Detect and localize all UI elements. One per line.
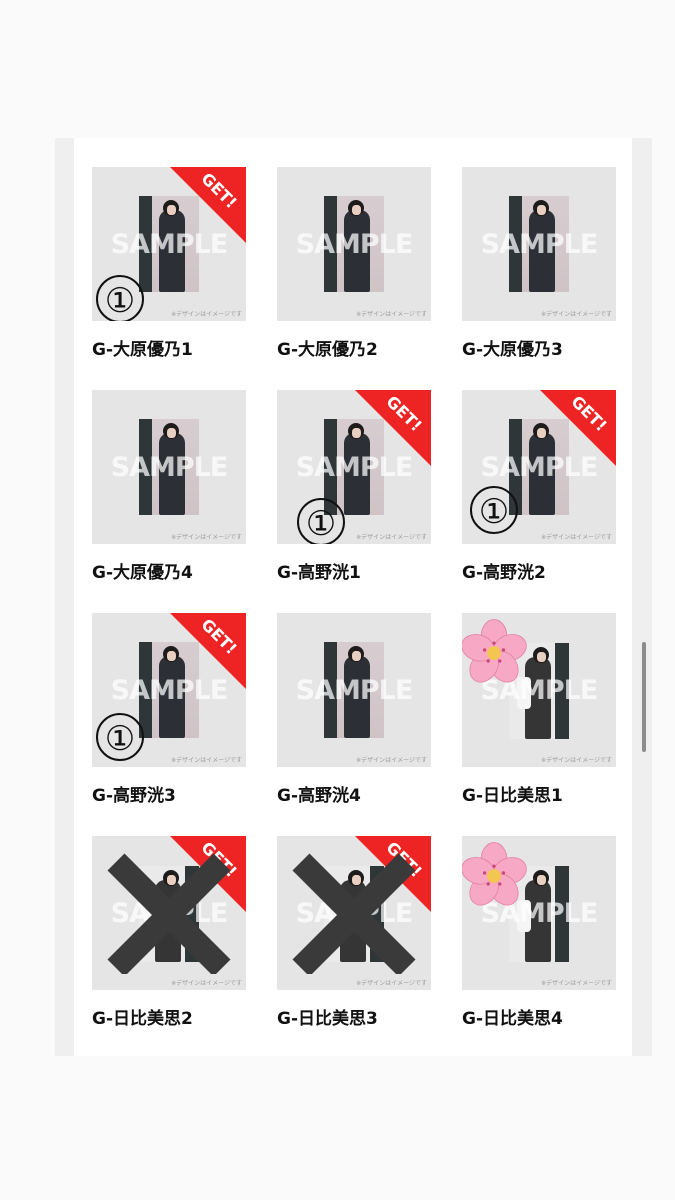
sample-watermark: SAMPLE bbox=[480, 229, 599, 260]
grid-item[interactable]: SAMPLE ※デザインはイメージです G-大原優乃3 bbox=[462, 167, 616, 390]
image-note: ※デザインはイメージです bbox=[356, 757, 427, 764]
item-thumbnail[interactable]: SAMPLE ※デザインはイメージです bbox=[462, 613, 616, 767]
item-thumbnail[interactable]: SAMPLE ※デザインはイメージです bbox=[462, 167, 616, 321]
image-note: ※デザインはイメージです bbox=[541, 980, 612, 987]
item-label: G-日比美思2 bbox=[92, 1009, 193, 1029]
item-label: G-日比美思3 bbox=[277, 1009, 378, 1029]
item-grid: SAMPLE ※デザインはイメージです GET! ① G-大原優乃1 SAMPLE ※デ… bbox=[92, 167, 616, 1059]
item-label: G-日比美思4 bbox=[462, 1009, 563, 1029]
circled-number-one: ① bbox=[470, 486, 518, 534]
image-note: ※デザインはイメージです bbox=[356, 311, 427, 318]
item-label: G-高野洸3 bbox=[92, 786, 176, 806]
cross-mark-icon bbox=[107, 853, 231, 974]
item-thumbnail[interactable]: SAMPLE ※デザインはイメージです bbox=[277, 167, 431, 321]
item-thumbnail[interactable]: SAMPLE ※デザインはイメージです bbox=[462, 836, 616, 990]
item-thumbnail[interactable]: SAMPLE ※デザインはイメージです GET! ① bbox=[277, 390, 431, 544]
circled-number-one: ① bbox=[96, 275, 144, 321]
item-label: G-日比美思1 bbox=[462, 786, 563, 806]
item-label: G-高野洸1 bbox=[277, 563, 361, 583]
grid-item[interactable]: SAMPLE ※デザインはイメージです G-大原優乃2 bbox=[277, 167, 431, 390]
item-label: G-高野洸2 bbox=[462, 563, 546, 583]
circled-number-one: ① bbox=[297, 498, 345, 544]
grid-item[interactable]: SAMPLE ※デザインはイメージです G-大原優乃4 bbox=[92, 390, 246, 613]
item-label: G-大原優乃4 bbox=[92, 563, 193, 583]
scrollbar[interactable] bbox=[642, 642, 646, 752]
item-thumbnail[interactable]: SAMPLE※デザインはイメージですGET! bbox=[277, 836, 431, 990]
sample-watermark: SAMPLE bbox=[110, 452, 229, 483]
grid-item[interactable]: SAMPLE※デザインはイメージですGET! G-日比美思3 bbox=[277, 836, 431, 1059]
grid-item[interactable]: SAMPLE ※デザインはイメージです GET! ① G-高野洸3 bbox=[92, 613, 246, 836]
image-note: ※デザインはイメージです bbox=[171, 757, 242, 764]
sample-watermark: SAMPLE bbox=[295, 675, 414, 706]
sample-watermark: SAMPLE bbox=[295, 229, 414, 260]
item-label: G-高野洸4 bbox=[277, 786, 361, 806]
cherry-blossom-icon bbox=[462, 619, 527, 683]
grid-item[interactable]: SAMPLE ※デザインはイメージです G-高野洸4 bbox=[277, 613, 431, 836]
grid-item[interactable]: SAMPLE ※デザインはイメージです GET! ① G-高野洸1 bbox=[277, 390, 431, 613]
image-note: ※デザインはイメージです bbox=[171, 980, 242, 987]
cherry-blossom-icon bbox=[462, 842, 527, 906]
grid-item[interactable]: SAMPLE ※デザインはイメージです G-日比美思1 bbox=[462, 613, 616, 836]
item-thumbnail[interactable]: SAMPLE※デザインはイメージですGET! bbox=[92, 836, 246, 990]
grid-item[interactable]: SAMPLE※デザインはイメージですGET! G-日比美思2 bbox=[92, 836, 246, 1059]
item-thumbnail[interactable]: SAMPLE ※デザインはイメージです bbox=[92, 390, 246, 544]
item-label: G-大原優乃3 bbox=[462, 340, 563, 360]
item-thumbnail[interactable]: SAMPLE ※デザインはイメージです bbox=[277, 613, 431, 767]
grid-item[interactable]: SAMPLE ※デザインはイメージです GET! ① G-高野洸2 bbox=[462, 390, 616, 613]
item-thumbnail[interactable]: SAMPLE ※デザインはイメージです GET! ① bbox=[92, 613, 246, 767]
image-note: ※デザインはイメージです bbox=[356, 534, 427, 541]
image-note: ※デザインはイメージです bbox=[356, 980, 427, 987]
cross-mark-icon bbox=[292, 853, 416, 974]
image-note: ※デザインはイメージです bbox=[541, 534, 612, 541]
image-note: ※デザインはイメージです bbox=[541, 757, 612, 764]
item-thumbnail[interactable]: SAMPLE ※デザインはイメージです GET! ① bbox=[92, 167, 246, 321]
grid-item[interactable]: SAMPLE ※デザインはイメージです GET! ① G-大原優乃1 bbox=[92, 167, 246, 390]
image-note: ※デザインはイメージです bbox=[171, 311, 242, 318]
image-note: ※デザインはイメージです bbox=[541, 311, 612, 318]
item-thumbnail[interactable]: SAMPLE ※デザインはイメージです GET! ① bbox=[462, 390, 616, 544]
grid-item[interactable]: SAMPLE ※デザインはイメージです G-日比美思4 bbox=[462, 836, 616, 1059]
image-note: ※デザインはイメージです bbox=[171, 534, 242, 541]
item-label: G-大原優乃1 bbox=[92, 340, 193, 360]
item-label: G-大原優乃2 bbox=[277, 340, 378, 360]
circled-number-one: ① bbox=[96, 713, 144, 761]
